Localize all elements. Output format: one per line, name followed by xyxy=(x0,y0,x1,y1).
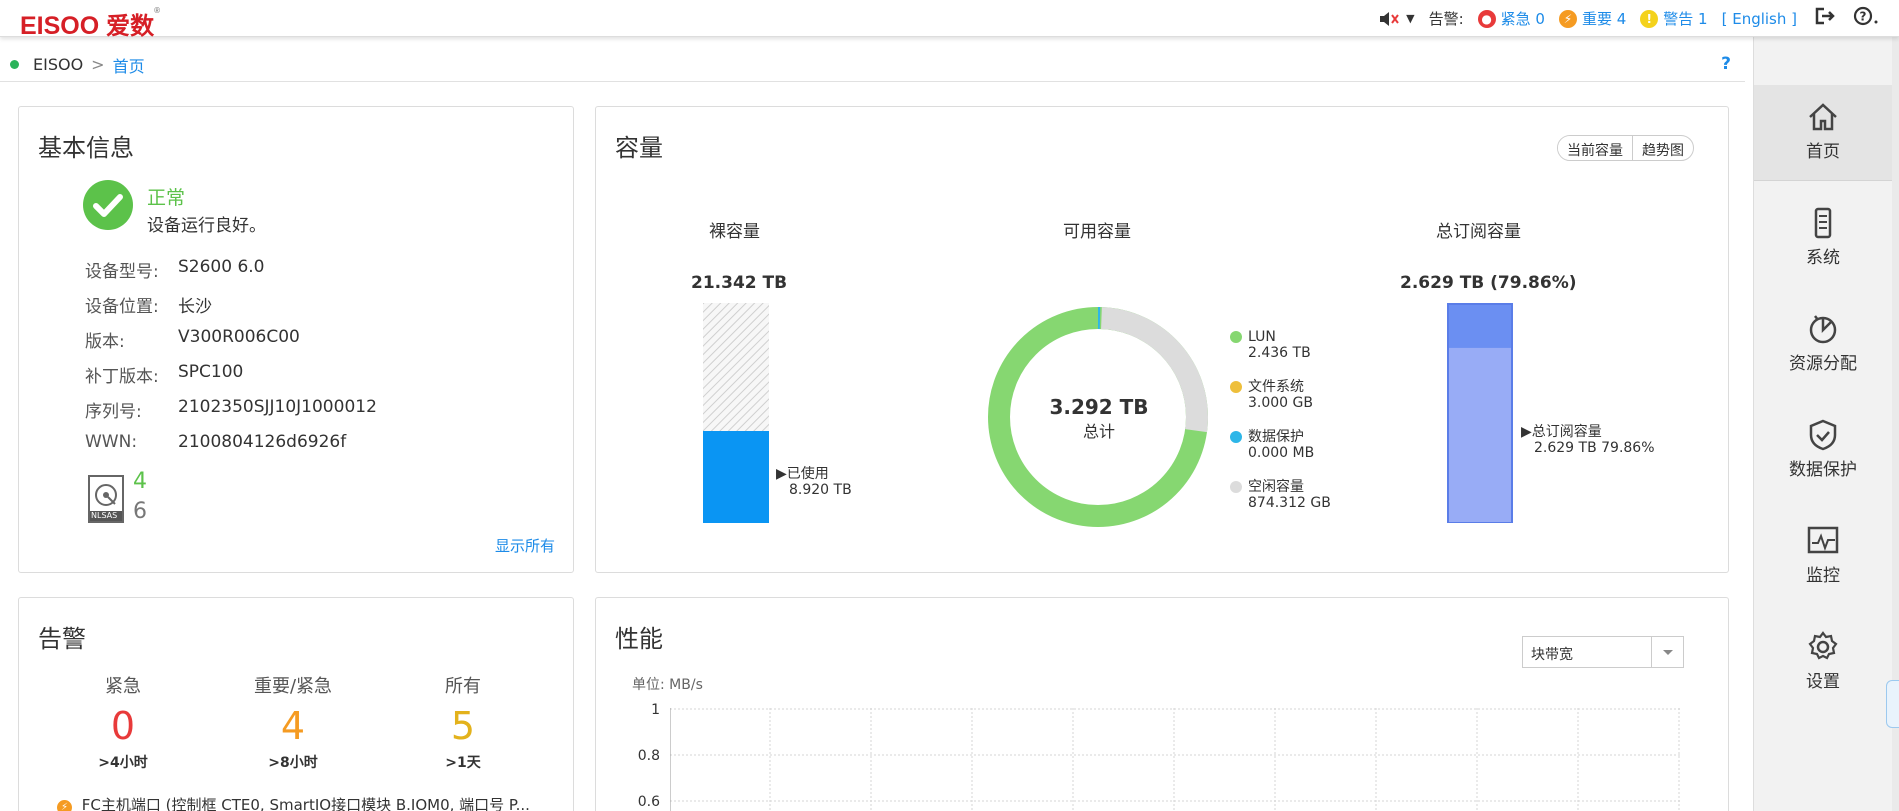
urgent-alarm-icon: ● xyxy=(1477,9,1496,28)
show-all-link[interactable]: 显示所有 xyxy=(495,535,555,556)
disk-ok-count: 4 xyxy=(133,469,147,494)
resource-icon xyxy=(1809,315,1837,344)
system-status-dot xyxy=(10,60,19,69)
legend-lun: LUN 2.436 TB xyxy=(1230,329,1311,361)
device-status-desc: 设备运行良好。 xyxy=(147,216,266,236)
legend-free: 空闲容量 874.312 GB xyxy=(1230,479,1331,511)
sound-toggle[interactable]: ▼ xyxy=(1378,10,1415,28)
legend-lun-swatch xyxy=(1230,331,1242,343)
basic-info-panel: 基本信息 正常 设备运行良好。 设备型号: S2600 6.0 设备位置: 长沙 版… xyxy=(18,106,574,573)
breadcrumb-root[interactable]: EISOO xyxy=(33,55,83,74)
warning-alarms-link[interactable]: ! 警告 1 xyxy=(1640,8,1708,29)
shield-icon xyxy=(1809,419,1837,451)
system-icon xyxy=(1814,207,1832,239)
subscribed-capacity-total: 2.629 TB (79.86%) xyxy=(1400,273,1577,293)
alarm-col-important[interactable]: 重要/紧急 4 >8小时 xyxy=(223,672,363,772)
basic-info-title: 基本信息 xyxy=(38,134,134,162)
svg-text:?: ? xyxy=(1860,10,1867,24)
brand-logo: EISOO 爱数® xyxy=(20,6,161,40)
important-alarm-icon: ⚡ xyxy=(1558,9,1577,28)
legend-data-protection-swatch xyxy=(1230,431,1242,443)
floating-assistant-icon[interactable] xyxy=(1886,680,1899,728)
monitor-icon xyxy=(1807,526,1839,554)
raw-capacity-title: 裸容量 xyxy=(709,222,760,242)
alarm-col-all[interactable]: 所有 5 >1天 xyxy=(393,672,533,772)
sidebar-item-resource-allocation[interactable]: 资源分配 xyxy=(1754,297,1892,393)
available-capacity-total: 3.292 TB xyxy=(1049,395,1149,419)
alarm-panel-title: 告警 xyxy=(38,625,86,653)
raw-capacity-total: 21.342 TB xyxy=(691,273,788,293)
top-bar: EISOO 爱数® ▼ 告警: ● 紧急 0 ⚡ 重要 4 ! 警告 1 [ Engl… xyxy=(0,0,1899,40)
important-alarm-icon: ⚡ xyxy=(57,800,72,811)
sidebar-item-data-protection[interactable]: 数据保护 xyxy=(1754,403,1892,499)
info-row-patch: 补丁版本: SPC100 xyxy=(85,362,244,387)
performance-title: 性能 xyxy=(615,625,663,653)
breadcrumb: EISOO > 首页 ? xyxy=(0,48,1745,82)
y-tick-0-6: 0.6 xyxy=(637,794,660,810)
capacity-view-toggle: 当前容量 趋势图 xyxy=(1557,135,1694,161)
perf-unit-label: 单位: MB/s xyxy=(632,677,703,693)
main-sidebar: 首页 系统 资源分配 数据保护 监控 设置 xyxy=(1753,37,1899,811)
disk-total-count: 6 xyxy=(133,499,147,524)
available-capacity-total-label: 总计 xyxy=(1082,422,1115,441)
alarm-col-urgent[interactable]: 紧急 0 >4小时 xyxy=(53,672,193,772)
chevron-right-icon: > xyxy=(91,55,105,74)
raw-capacity-bar xyxy=(703,303,769,523)
subscribed-capacity-fill-bar xyxy=(1449,347,1511,522)
alarm-label: 告警: xyxy=(1428,10,1464,28)
info-row-location: 设备位置: 长沙 xyxy=(85,297,212,317)
nlsas-disk-icon[interactable]: NLSAS xyxy=(88,475,124,523)
speaker-mute-icon xyxy=(1380,11,1399,26)
legend-filesystem-swatch xyxy=(1230,381,1242,393)
y-tick-0-8: 0.8 xyxy=(637,748,660,764)
raw-used-label: ▶已使用 8.920 TB xyxy=(776,466,852,498)
alarm-summary: ▼ 告警: ● 紧急 0 ⚡ 重要 4 ! 警告 1 [ English ] ? xyxy=(1364,0,1879,37)
legend-filesystem: 文件系统 3.000 GB xyxy=(1230,379,1313,411)
subscribed-capacity-label: ▶总订阅容量 2.629 TB 79.86% xyxy=(1521,424,1655,456)
info-row-wwn: WWN: 2100804126d6926f xyxy=(85,432,347,452)
chevron-down-icon xyxy=(1651,637,1683,667)
legend-free-swatch xyxy=(1230,481,1242,493)
page-help-icon[interactable]: ? xyxy=(1721,54,1731,74)
latest-alarm-item[interactable]: ⚡ FC主机端口 (控制框 CTE0, SmartIO接口模块 B.IOM0, … xyxy=(57,794,530,811)
gear-icon xyxy=(1808,631,1838,660)
status-ok-icon xyxy=(83,180,133,230)
breadcrumb-current: 首页 xyxy=(112,56,145,76)
current-capacity-tab[interactable]: 当前容量 xyxy=(1558,136,1633,160)
sidebar-item-home[interactable]: 首页 xyxy=(1754,85,1892,181)
y-tick-1: 1 xyxy=(651,702,660,718)
language-switch-link[interactable]: [ English ] xyxy=(1722,10,1797,28)
urgent-alarms-link[interactable]: ● 紧急 0 xyxy=(1477,8,1545,29)
capacity-panel: 容量 当前容量 趋势图 裸容量 21.342 TB ▶已使用 8.920 TB 可… xyxy=(595,106,1729,573)
sidebar-item-monitor[interactable]: 监控 xyxy=(1754,509,1892,605)
info-row-model: 设备型号: S2600 6.0 xyxy=(85,257,265,282)
help-menu-icon[interactable]: ? xyxy=(1853,6,1879,31)
logout-icon[interactable] xyxy=(1815,7,1835,30)
performance-chart-grid xyxy=(670,708,1682,811)
legend-data-protection: 数据保护 0.000 MB xyxy=(1230,429,1314,461)
device-status: 正常 xyxy=(147,187,186,209)
alarm-panel: 告警 紧急 0 >4小时 重要/紧急 4 >8小时 所有 5 >1天 ⚡ FC主… xyxy=(18,597,574,811)
trend-chart-tab[interactable]: 趋势图 xyxy=(1633,136,1693,160)
raw-capacity-used-bar xyxy=(703,431,769,523)
subscribed-capacity-title: 总订阅容量 xyxy=(1436,222,1521,242)
performance-panel: 性能 块带宽 单位: MB/s 1 0.8 0.6 xyxy=(595,597,1729,811)
info-row-version: 版本: V300R006C00 xyxy=(85,327,300,352)
important-alarms-link[interactable]: ⚡ 重要 4 xyxy=(1558,8,1626,29)
subscribed-capacity-bar xyxy=(1447,303,1513,523)
available-capacity-title: 可用容量 xyxy=(1063,222,1131,242)
home-icon xyxy=(1809,103,1837,131)
sidebar-item-system[interactable]: 系统 xyxy=(1754,191,1892,287)
info-row-serial: 序列号: 2102350SJJ10J1000012 xyxy=(85,397,377,422)
sidebar-item-settings[interactable]: 设置 xyxy=(1754,615,1892,711)
capacity-title: 容量 xyxy=(615,134,663,162)
warning-alarm-icon: ! xyxy=(1640,9,1659,28)
metric-select[interactable]: 块带宽 xyxy=(1522,636,1684,668)
